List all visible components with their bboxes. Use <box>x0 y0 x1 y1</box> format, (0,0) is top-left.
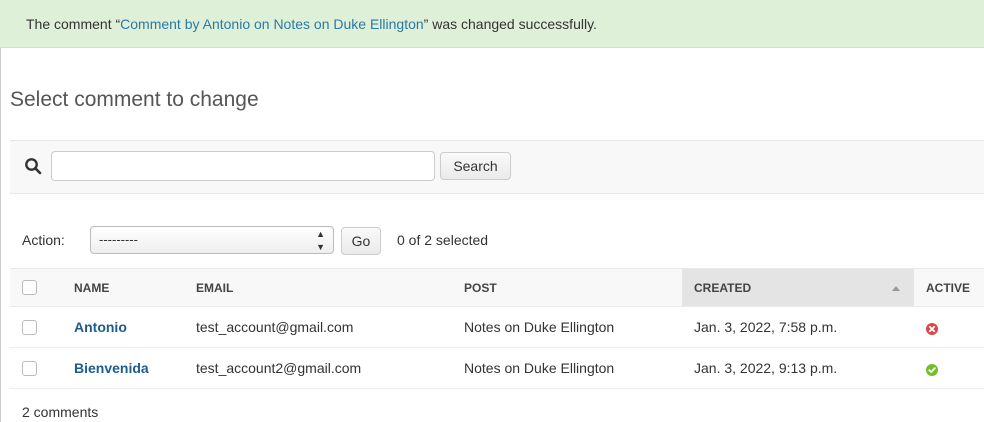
search-icon <box>24 157 42 175</box>
email-cell: test_account@gmail.com <box>184 306 452 348</box>
column-header-created[interactable]: Created <box>682 268 914 307</box>
created-cell: Jan. 3, 2022, 7:58 p.m. <box>682 306 914 348</box>
search-toolbar: Search <box>10 140 984 194</box>
table-row: Antonio test_account@gmail.com Notes on … <box>10 306 984 348</box>
message-prefix: The comment “ <box>26 16 121 32</box>
column-header-email[interactable]: Email <box>184 268 452 307</box>
content-border <box>0 48 1 422</box>
x-circle-icon <box>926 322 938 336</box>
table-row: Bienvenida test_account2@gmail.com Notes… <box>10 347 984 389</box>
created-header-label: Created <box>694 280 752 295</box>
selection-counter: 0 of 2 selected <box>397 232 489 248</box>
action-select[interactable]: --------- ▲ ▼ <box>90 226 334 254</box>
active-cell <box>914 347 984 389</box>
results-table: Name Email Post Created Active Antonio t… <box>10 268 984 389</box>
select-all-checkbox[interactable] <box>22 280 37 296</box>
sort-ascending-icon[interactable] <box>892 286 900 291</box>
created-cell: Jan. 3, 2022, 9:13 p.m. <box>682 347 914 389</box>
action-selected-option: --------- <box>99 232 138 247</box>
search-input[interactable] <box>51 151 435 181</box>
page-title: Select comment to change <box>10 88 259 111</box>
table-header-row: Name Email Post Created Active <box>10 268 984 307</box>
name-cell: Antonio <box>62 306 184 348</box>
search-button[interactable]: Search <box>440 152 511 180</box>
post-cell: Notes on Duke Ellington <box>452 306 682 348</box>
select-all-cell <box>10 268 62 307</box>
comment-name-link[interactable]: Bienvenida <box>74 360 149 376</box>
success-message: The comment “Comment by Antonio on Notes… <box>0 0 984 48</box>
message-comment-link[interactable]: Comment by Antonio on Notes on Duke Elli… <box>120 16 424 32</box>
go-button[interactable]: Go <box>341 227 381 255</box>
select-arrows-icon: ▲ ▼ <box>316 229 325 252</box>
row-select-cell <box>10 347 62 389</box>
row-select-cell <box>10 306 62 348</box>
column-header-name[interactable]: Name <box>62 268 184 307</box>
comment-name-link[interactable]: Antonio <box>74 319 127 335</box>
check-circle-icon <box>926 363 938 377</box>
name-cell: Bienvenida <box>62 347 184 389</box>
column-header-post[interactable]: Post <box>452 268 682 307</box>
row-checkbox[interactable] <box>22 320 37 336</box>
active-cell <box>914 306 984 348</box>
email-cell: test_account2@gmail.com <box>184 347 452 389</box>
post-cell: Notes on Duke Ellington <box>452 347 682 389</box>
column-header-active[interactable]: Active <box>914 268 984 307</box>
action-label: Action: <box>22 232 65 248</box>
row-checkbox[interactable] <box>22 361 37 377</box>
message-suffix: ” was changed successfully. <box>423 16 597 32</box>
result-count: 2 comments <box>22 404 99 420</box>
